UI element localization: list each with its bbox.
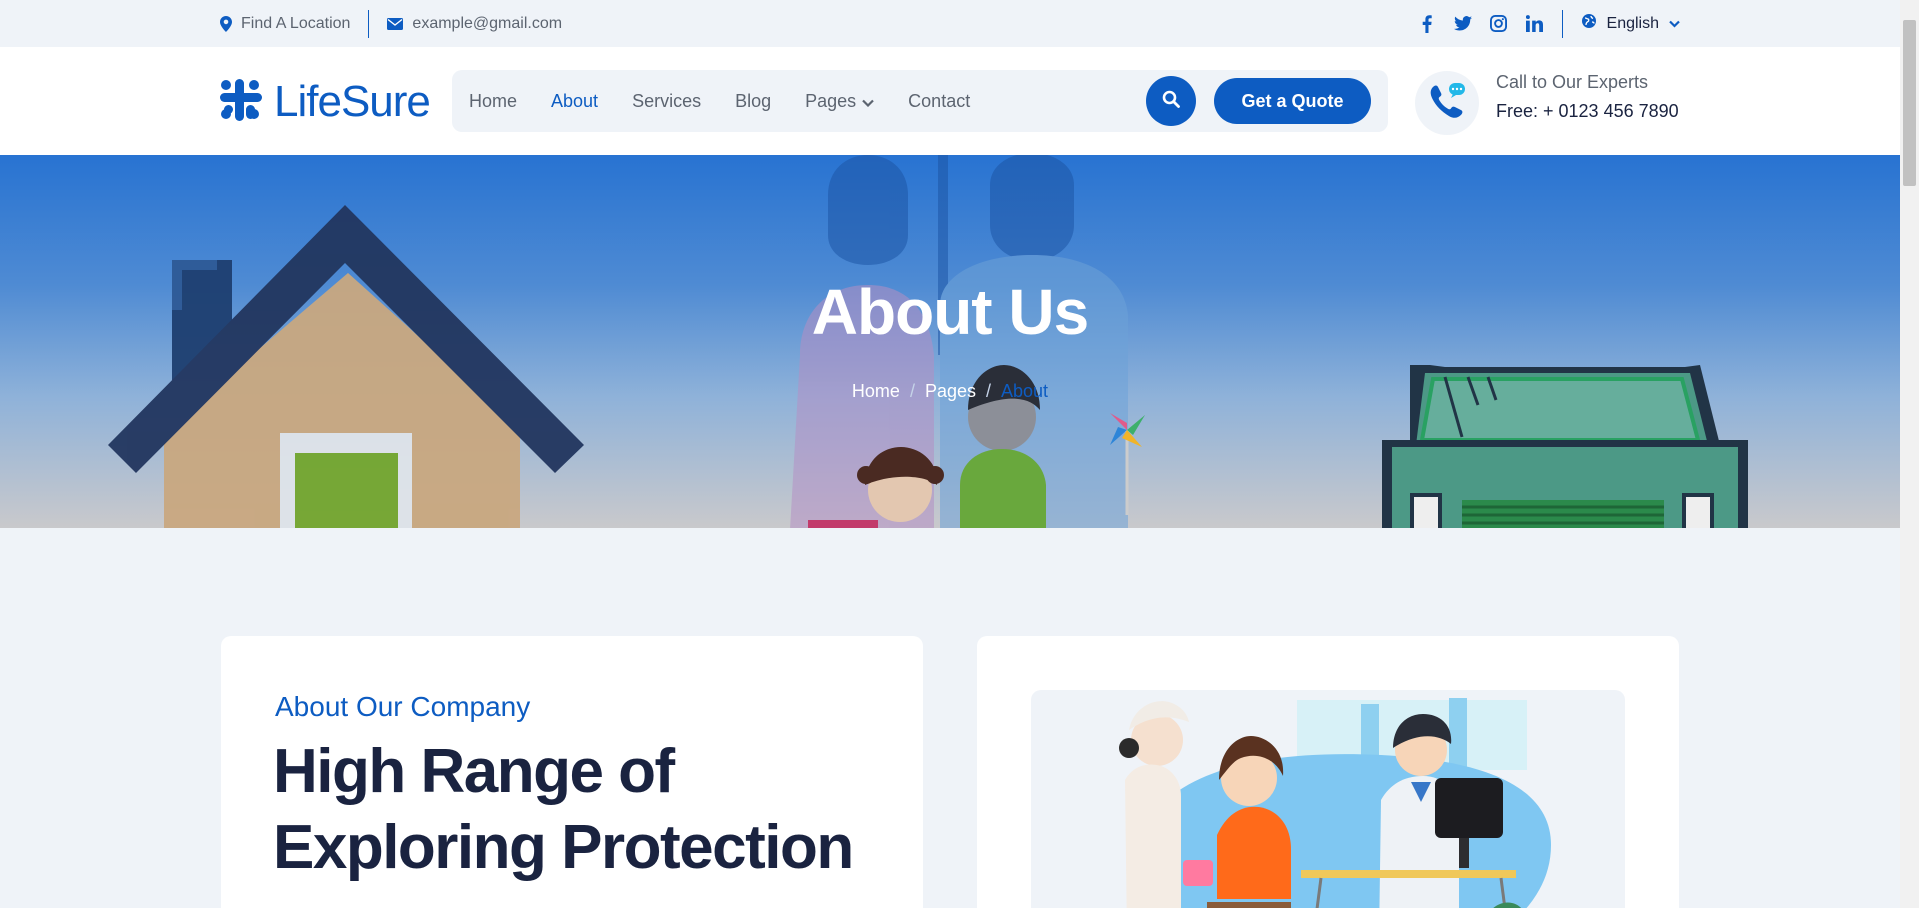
linkedin-icon[interactable] (1526, 15, 1544, 33)
nav-pages-label: Pages (805, 90, 857, 111)
heading-line-1: High Range of (273, 737, 675, 806)
breadcrumb-separator: / (909, 381, 915, 401)
find-location-link[interactable]: Find A Location (220, 15, 350, 33)
chevron-down-icon (1669, 15, 1680, 33)
topbar-divider (1561, 9, 1563, 38)
globe-icon (1581, 13, 1597, 34)
twitter-icon[interactable] (1453, 15, 1472, 33)
envelope-icon (387, 17, 404, 30)
main-header: LifeSure Home About Services Blog Pages … (0, 47, 1900, 155)
logo-mark-icon (220, 78, 262, 126)
phone-chat-icon (1427, 81, 1467, 126)
section-eyebrow: About Our Company (275, 691, 531, 722)
page-scrollbar[interactable] (1900, 0, 1919, 908)
nav-contact[interactable]: Contact (908, 91, 970, 112)
get-quote-button[interactable]: Get a Quote (1214, 78, 1371, 124)
section-heading: High Range of Exploring Protection (273, 734, 854, 886)
social-links (1418, 14, 1544, 33)
doctor-consultation-illustration (1031, 690, 1625, 908)
breadcrumb-pages[interactable]: Pages (925, 381, 976, 402)
nav-pages[interactable]: Pages (805, 91, 874, 112)
language-selector[interactable]: English (1581, 13, 1680, 34)
about-image-card (977, 636, 1679, 908)
facebook-icon[interactable] (1418, 14, 1436, 33)
nav-blog[interactable]: Blog (735, 91, 771, 112)
breadcrumb-home[interactable]: Home (852, 381, 900, 402)
heading-line-2: Exploring Protection (273, 813, 854, 882)
about-company-card: About Our Company High Range of Explorin… (221, 636, 923, 908)
site-logo[interactable]: LifeSure (220, 77, 431, 127)
search-icon (1162, 90, 1180, 113)
breadcrumb-separator: / (986, 381, 992, 401)
scrollbar-thumb[interactable] (1903, 20, 1916, 186)
search-button[interactable] (1146, 76, 1196, 126)
breadcrumb-current: About (1001, 381, 1049, 401)
email-link[interactable]: example@gmail.com (387, 15, 562, 33)
logo-text: LifeSure (274, 77, 431, 126)
instagram-icon[interactable] (1490, 15, 1508, 33)
nav-about[interactable]: About (551, 91, 598, 112)
nav-services[interactable]: Services (632, 91, 701, 112)
email-label: example@gmail.com (412, 14, 563, 32)
call-title: Call to Our Experts (1496, 72, 1649, 92)
nav-home[interactable]: Home (469, 91, 517, 112)
breadcrumb: Home / Pages / About (0, 381, 1900, 402)
find-location-label: Find A Location (241, 14, 351, 32)
page-title: About Us (811, 276, 1089, 348)
map-marker-icon (220, 15, 232, 32)
call-icon-circle (1415, 71, 1479, 135)
language-label: English (1606, 14, 1659, 32)
chevron-down-icon (862, 91, 874, 112)
call-info: Call to Our Experts Free: + 0123 456 789… (1496, 72, 1679, 122)
call-phone[interactable]: Free: + 0123 456 7890 (1496, 101, 1679, 122)
topbar-divider (368, 9, 370, 38)
top-bar: Find A Location example@gmail.com Englis… (0, 0, 1900, 47)
page-hero: About Us Home / Pages / About (0, 155, 1900, 528)
